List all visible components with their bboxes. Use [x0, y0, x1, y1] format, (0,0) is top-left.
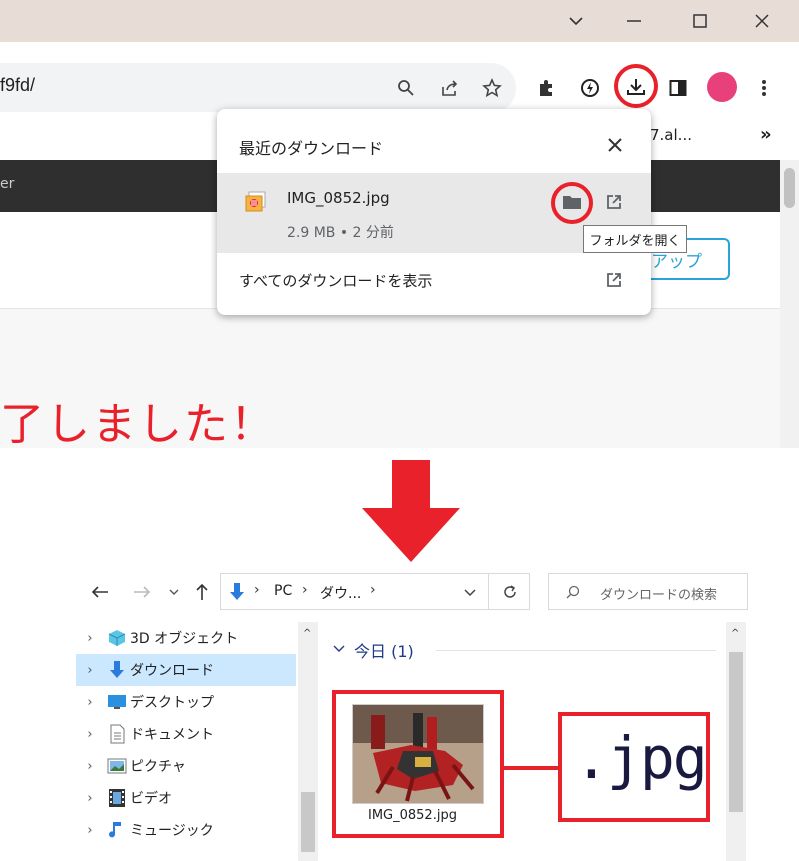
breadcrumb-downloads[interactable]: ダウ... — [320, 583, 361, 603]
minimize-icon[interactable] — [614, 6, 654, 36]
tree-item-desktop[interactable]: › デスクトップ — [76, 686, 296, 718]
address-divider — [488, 573, 489, 610]
tree-item-3d-objects[interactable]: › 3D オブジェクト — [76, 622, 296, 654]
navigation-scrollbar-thumb[interactable] — [301, 792, 315, 852]
tree-item-label: デスクトップ — [130, 695, 214, 711]
group-divider — [436, 650, 716, 651]
breadcrumb-separator: › — [254, 582, 260, 598]
callout-connector — [504, 766, 560, 770]
image-file-icon — [243, 189, 269, 215]
tree-item-pictures[interactable]: › ピクチャ — [76, 750, 296, 782]
expand-chevron-icon[interactable]: › — [76, 759, 104, 774]
back-arrow-icon[interactable] — [88, 580, 112, 604]
group-header[interactable]: 今日 (1) — [354, 638, 414, 662]
scroll-up-icon[interactable]: ^ — [303, 628, 311, 639]
video-icon — [104, 788, 130, 808]
search-placeholder: ダウンロードの検索 — [600, 588, 718, 603]
pictures-icon — [104, 758, 130, 774]
page-scrollbar[interactable] — [780, 160, 799, 448]
expand-chevron-icon[interactable]: › — [76, 823, 104, 838]
breadcrumb-separator: › — [370, 582, 376, 598]
tree-item-videos[interactable]: › ビデオ — [76, 782, 296, 814]
tree-item-label: ダウンロード — [130, 663, 214, 679]
navigation-pane: › 3D オブジェクト › ダウンロード › デスクトップ › ドキュメント ›… — [76, 622, 296, 846]
download-arrow-icon — [226, 580, 248, 604]
bookmark-overflow-item[interactable]: 7.al... — [650, 126, 692, 144]
show-all-downloads-link[interactable]: すべてのダウンロードを表示 — [239, 270, 432, 291]
address-history-chevron-icon[interactable] — [460, 580, 480, 604]
side-panel-icon[interactable] — [664, 74, 692, 102]
tree-item-label: 3D オブジェクト — [130, 631, 239, 647]
tree-item-label: ドキュメント — [130, 727, 214, 743]
download-file-meta: 2.9 MB • 2 分前 — [287, 225, 394, 241]
refresh-icon[interactable] — [498, 580, 522, 604]
download-arrow-icon — [104, 660, 130, 680]
more-bookmarks-chevron[interactable]: » — [760, 124, 772, 145]
open-external-icon[interactable] — [601, 189, 627, 215]
content-scrollbar[interactable]: ^ — [726, 622, 746, 861]
show-all-external-icon[interactable] — [601, 267, 627, 293]
navigation-scrollbar[interactable]: ^ — [298, 622, 318, 861]
search-icon — [564, 582, 582, 602]
tree-item-music[interactable]: › ミュージック — [76, 814, 296, 846]
expand-chevron-icon[interactable]: › — [76, 663, 104, 678]
downloads-popup: 最近のダウンロード IMG_0852.jpg 2.9 MB • 2 分前 すべて… — [217, 109, 651, 315]
zoom-search-icon[interactable] — [392, 74, 420, 102]
tree-item-label: ビデオ — [130, 791, 172, 807]
share-icon[interactable] — [436, 74, 464, 102]
open-folder-tooltip: フォルダを開く — [583, 225, 687, 253]
down-arrow-indicator — [362, 460, 460, 562]
content-scrollbar-thumb[interactable] — [729, 652, 743, 812]
menu-kebab-icon[interactable] — [752, 74, 776, 102]
completion-message: 了しました！ — [0, 399, 276, 450]
desktop-icon — [104, 694, 130, 710]
breadcrumb-pc[interactable]: PC — [274, 583, 292, 599]
up-arrow-icon[interactable] — [190, 580, 214, 604]
extension-callout-text: .jpg — [574, 724, 708, 792]
tree-item-documents[interactable]: › ドキュメント — [76, 718, 296, 750]
expand-chevron-icon[interactable]: › — [76, 695, 104, 710]
expand-chevron-icon[interactable]: › — [76, 791, 104, 806]
forward-arrow-icon[interactable] — [130, 580, 154, 604]
bookmark-star-icon[interactable] — [478, 74, 506, 102]
extension-lightning-icon[interactable] — [576, 74, 604, 102]
3d-objects-icon — [104, 629, 130, 647]
breadcrumb-separator: › — [302, 582, 308, 598]
page-scrollbar-thumb[interactable] — [784, 168, 795, 208]
file-name-label[interactable]: IMG_0852.jpg — [368, 808, 457, 823]
close-window-icon[interactable] — [742, 6, 782, 36]
expand-chevron-icon[interactable]: › — [76, 631, 104, 646]
maximize-icon[interactable] — [680, 6, 720, 36]
tab-search-chevron-icon[interactable] — [556, 6, 596, 36]
close-icon[interactable] — [601, 131, 629, 159]
document-icon — [104, 724, 130, 744]
group-collapse-chevron-icon[interactable] — [330, 640, 348, 658]
address-url: f9fd/ — [0, 75, 36, 95]
download-file-name: IMG_0852.jpg — [287, 189, 390, 207]
tree-item-downloads[interactable]: › ダウンロード — [76, 654, 296, 686]
tree-item-label: ミュージック — [130, 823, 214, 839]
image-thumbnail[interactable] — [352, 704, 484, 804]
popup-title: 最近のダウンロード — [239, 139, 384, 158]
tree-item-label: ピクチャ — [130, 759, 186, 775]
expand-chevron-icon[interactable]: › — [76, 727, 104, 742]
open-folder-icon[interactable] — [559, 189, 585, 215]
downloads-icon[interactable] — [620, 72, 652, 102]
recent-locations-chevron-icon[interactable] — [164, 580, 184, 604]
profile-avatar[interactable] — [707, 72, 737, 102]
extensions-puzzle-icon[interactable] — [532, 74, 560, 102]
scroll-up-icon[interactable]: ^ — [731, 628, 739, 639]
music-icon — [104, 820, 130, 840]
site-header-text: er — [0, 176, 15, 192]
